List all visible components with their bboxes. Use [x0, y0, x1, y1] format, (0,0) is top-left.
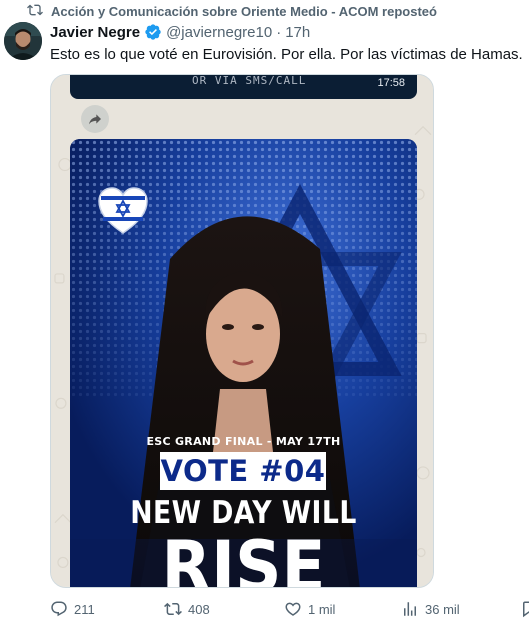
tweet-timestamp[interactable]: 17h	[285, 24, 310, 41]
bookmark-button[interactable]	[520, 598, 529, 620]
tweet-header: Javier Negre @javiernegre10 · 17h	[50, 22, 310, 42]
tweet-actions: 211 408 1 mil 36 mil	[50, 598, 529, 622]
bookmark-icon	[523, 601, 529, 618]
like-button[interactable]: 1 mil	[284, 598, 335, 620]
tweet-media[interactable]: OR VIA SMS/CALL 17:58 ESC GRAND FINAL - …	[50, 74, 434, 588]
final-date-text: ESC GRAND FINAL - MAY 17TH	[146, 435, 341, 448]
tweet-text: Esto es lo que voté en Eurovisión. Por e…	[50, 46, 523, 63]
separator-dot: ·	[276, 23, 282, 41]
like-count: 1 mil	[308, 601, 336, 617]
author-handle[interactable]: @javiernegre10	[166, 24, 272, 41]
retweet-icon	[164, 602, 182, 616]
banner-text: OR VIA SMS/CALL	[192, 74, 307, 87]
reply-count: 211	[74, 601, 95, 617]
repost-icon	[27, 2, 43, 21]
avatar[interactable]	[4, 22, 42, 60]
vote-number-box: VOTE #04	[160, 452, 326, 490]
social-context[interactable]: Acción y Comunicación sobre Oriente Medi…	[27, 2, 437, 20]
reply-icon	[51, 601, 67, 617]
israel-heart-flag-icon	[98, 187, 148, 234]
forward-arrow-icon	[89, 114, 101, 125]
views-count: 36 mil	[425, 601, 460, 617]
author-name[interactable]: Javier Negre	[50, 24, 140, 41]
views-chart-icon	[404, 602, 416, 616]
eurovision-poster: ESC GRAND FINAL - MAY 17TH VOTE #04 NEW …	[70, 139, 417, 588]
views-button[interactable]: 36 mil	[401, 598, 460, 620]
social-context-text[interactable]: Acción y Comunicación sobre Oriente Medi…	[51, 4, 437, 19]
reply-button[interactable]: 211	[50, 598, 95, 620]
chat-image-banner: OR VIA SMS/CALL 17:58	[70, 74, 417, 99]
message-time: 17:58	[377, 77, 405, 89]
forward-button[interactable]	[81, 105, 109, 133]
repost-button[interactable]: 408	[164, 598, 210, 620]
song-title-line2: RISE	[161, 526, 326, 588]
repost-count: 408	[188, 601, 210, 617]
verified-badge-icon[interactable]	[144, 23, 162, 41]
heart-icon	[285, 602, 301, 616]
